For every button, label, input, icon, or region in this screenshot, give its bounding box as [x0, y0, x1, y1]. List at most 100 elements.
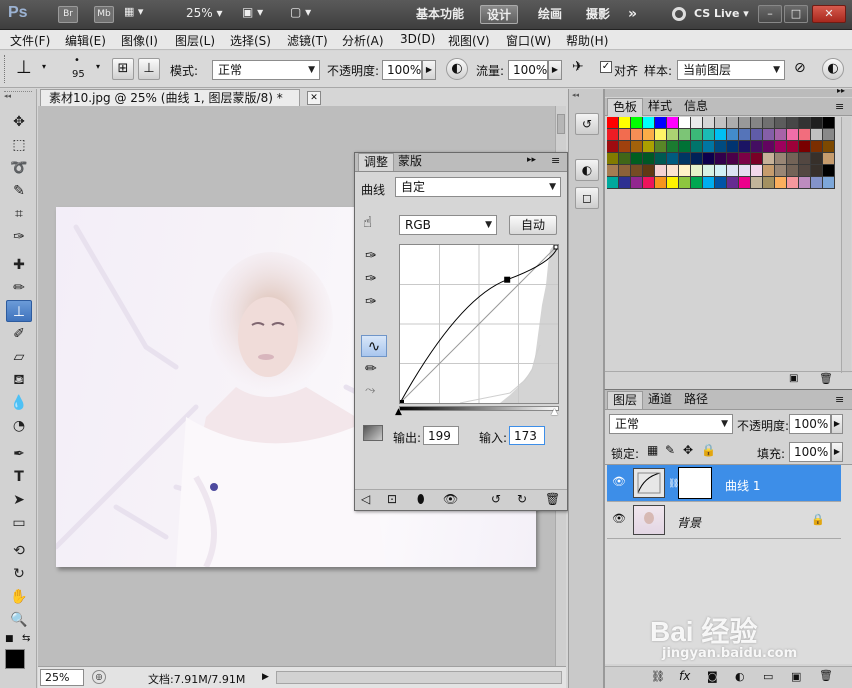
status-info-icon[interactable]: ◎: [92, 670, 106, 684]
airbrush-icon[interactable]: ✈: [572, 59, 584, 75]
color-swatch[interactable]: [631, 153, 643, 165]
color-swatch[interactable]: [715, 141, 727, 153]
new-adjustment-layer-icon[interactable]: ◐: [735, 670, 745, 683]
lock-position-icon[interactable]: ✥: [683, 443, 693, 457]
color-swatch[interactable]: [799, 177, 811, 189]
draw-curve-pencil-icon[interactable]: ✏: [365, 361, 377, 377]
ignore-adjustment-layers-icon[interactable]: ⊘: [794, 60, 806, 76]
masks-panel-icon[interactable]: ◻: [575, 187, 599, 209]
marquee-tool-icon[interactable]: ⬚: [6, 134, 32, 156]
tab-channels[interactable]: 通道: [643, 391, 677, 409]
edit-points-curve-icon[interactable]: ∿: [361, 335, 387, 357]
view-previous-state-icon[interactable]: ↺: [491, 492, 501, 506]
lock-image-icon[interactable]: ✎: [665, 443, 675, 457]
color-swatch[interactable]: [703, 129, 715, 141]
reset-icon[interactable]: ↻: [517, 492, 527, 506]
menu-image[interactable]: 图像(I): [121, 32, 158, 49]
tab-info[interactable]: 信息: [679, 98, 713, 116]
color-swatch[interactable]: [823, 141, 835, 153]
workspace-photography[interactable]: 摄影: [580, 5, 616, 24]
color-swatch[interactable]: [679, 165, 691, 177]
brush-dropdown-arrow-icon[interactable]: ▾: [96, 62, 100, 71]
default-colors-icon[interactable]: ■: [5, 634, 14, 644]
bridge-button[interactable]: Br: [58, 6, 78, 23]
color-swatch[interactable]: [751, 165, 763, 177]
color-swatch[interactable]: [619, 141, 631, 153]
tab-adjustments[interactable]: 调整: [358, 153, 395, 171]
color-swatch[interactable]: [787, 141, 799, 153]
color-swatch[interactable]: [775, 177, 787, 189]
tab-swatches[interactable]: 色板: [607, 98, 644, 116]
expanded-view-icon[interactable]: ⊡: [387, 492, 397, 506]
delete-swatch-icon[interactable]: 🗑: [819, 372, 833, 385]
color-swatch[interactable]: [631, 165, 643, 177]
white-input-slider[interactable]: ▲: [551, 407, 558, 417]
fill-arrow[interactable]: ▶: [831, 442, 843, 462]
color-swatch[interactable]: [691, 177, 703, 189]
close-window-button[interactable]: ✕: [812, 5, 846, 23]
color-swatch[interactable]: [679, 117, 691, 129]
color-swatch[interactable]: [691, 129, 703, 141]
color-swatch[interactable]: [679, 177, 691, 189]
blend-mode-select[interactable]: 正常 ▼: [609, 414, 733, 434]
color-swatch[interactable]: [787, 153, 799, 165]
curve-graph[interactable]: [399, 244, 559, 404]
color-swatch[interactable]: [703, 177, 715, 189]
layers-menu-icon[interactable]: ≡: [835, 393, 844, 406]
color-swatch[interactable]: [787, 177, 799, 189]
tab-layers[interactable]: 图层: [607, 391, 644, 409]
color-swatch[interactable]: [823, 117, 835, 129]
color-swatch[interactable]: [739, 129, 751, 141]
fill-input[interactable]: 100%: [789, 442, 831, 462]
cs-live-menu[interactable]: CS Live ▾: [694, 7, 749, 20]
color-swatch[interactable]: [775, 165, 787, 177]
color-swatch[interactable]: [691, 117, 703, 129]
path-selection-tool-icon[interactable]: ➤: [6, 489, 32, 511]
color-swatch[interactable]: [691, 153, 703, 165]
color-swatch[interactable]: [703, 141, 715, 153]
color-swatch[interactable]: [643, 129, 655, 141]
color-swatch[interactable]: [727, 117, 739, 129]
tab-paths[interactable]: 路径: [679, 391, 713, 409]
layer-opacity-arrow[interactable]: ▶: [831, 414, 843, 434]
color-swatch[interactable]: [763, 165, 775, 177]
color-swatch[interactable]: [691, 141, 703, 153]
paint-bucket-tool-icon[interactable]: ⛾: [6, 369, 32, 391]
color-swatch[interactable]: [667, 177, 679, 189]
color-swatch[interactable]: [667, 117, 679, 129]
preset-select[interactable]: 自定 ▼: [395, 177, 561, 197]
document-tab[interactable]: 素材10.jpg @ 25% (曲线 1, 图层蒙版/8) * ✕: [40, 89, 321, 106]
layer-visibility-eye-icon[interactable]: 👁: [611, 512, 627, 528]
color-swatch[interactable]: [823, 165, 835, 177]
toggle-visibility-icon[interactable]: 👁: [443, 492, 458, 506]
clone-stamp-tool-icon[interactable]: ⊥: [6, 300, 32, 322]
opacity-slider-arrow[interactable]: ▶: [422, 60, 436, 80]
delete-layer-icon[interactable]: 🗑: [819, 669, 833, 682]
color-swatch[interactable]: [763, 177, 775, 189]
menu-layer[interactable]: 图层(L): [175, 32, 215, 49]
color-swatch[interactable]: [643, 153, 655, 165]
sample-select[interactable]: 当前图层 ▼: [677, 60, 785, 80]
aligned-checkbox[interactable]: ✓: [600, 61, 612, 73]
color-swatch[interactable]: [775, 141, 787, 153]
output-input[interactable]: 199: [423, 426, 459, 445]
crop-tool-icon[interactable]: ⌗: [6, 203, 32, 225]
color-swatch[interactable]: [667, 165, 679, 177]
color-swatch[interactable]: [679, 129, 691, 141]
color-swatch[interactable]: [667, 129, 679, 141]
color-swatch[interactable]: [811, 153, 823, 165]
new-group-icon[interactable]: ▭: [763, 670, 773, 683]
screen-mode-icon[interactable]: ▢ ▾: [290, 5, 311, 19]
maximize-button[interactable]: □: [784, 5, 808, 23]
color-swatch[interactable]: [655, 117, 667, 129]
panel-menu-icon[interactable]: ≡: [551, 154, 560, 167]
layer-visibility-eye-icon[interactable]: 👁: [611, 475, 627, 491]
menu-analysis[interactable]: 分析(A): [342, 32, 384, 49]
color-swatch[interactable]: [679, 141, 691, 153]
color-swatch[interactable]: [751, 117, 763, 129]
menu-select[interactable]: 选择(S): [230, 32, 271, 49]
smooth-curve-icon[interactable]: ⤳: [365, 383, 375, 398]
eyedropper-tool-icon[interactable]: ✑: [6, 226, 32, 248]
color-swatch[interactable]: [715, 165, 727, 177]
opacity-input[interactable]: 100%: [382, 60, 422, 80]
